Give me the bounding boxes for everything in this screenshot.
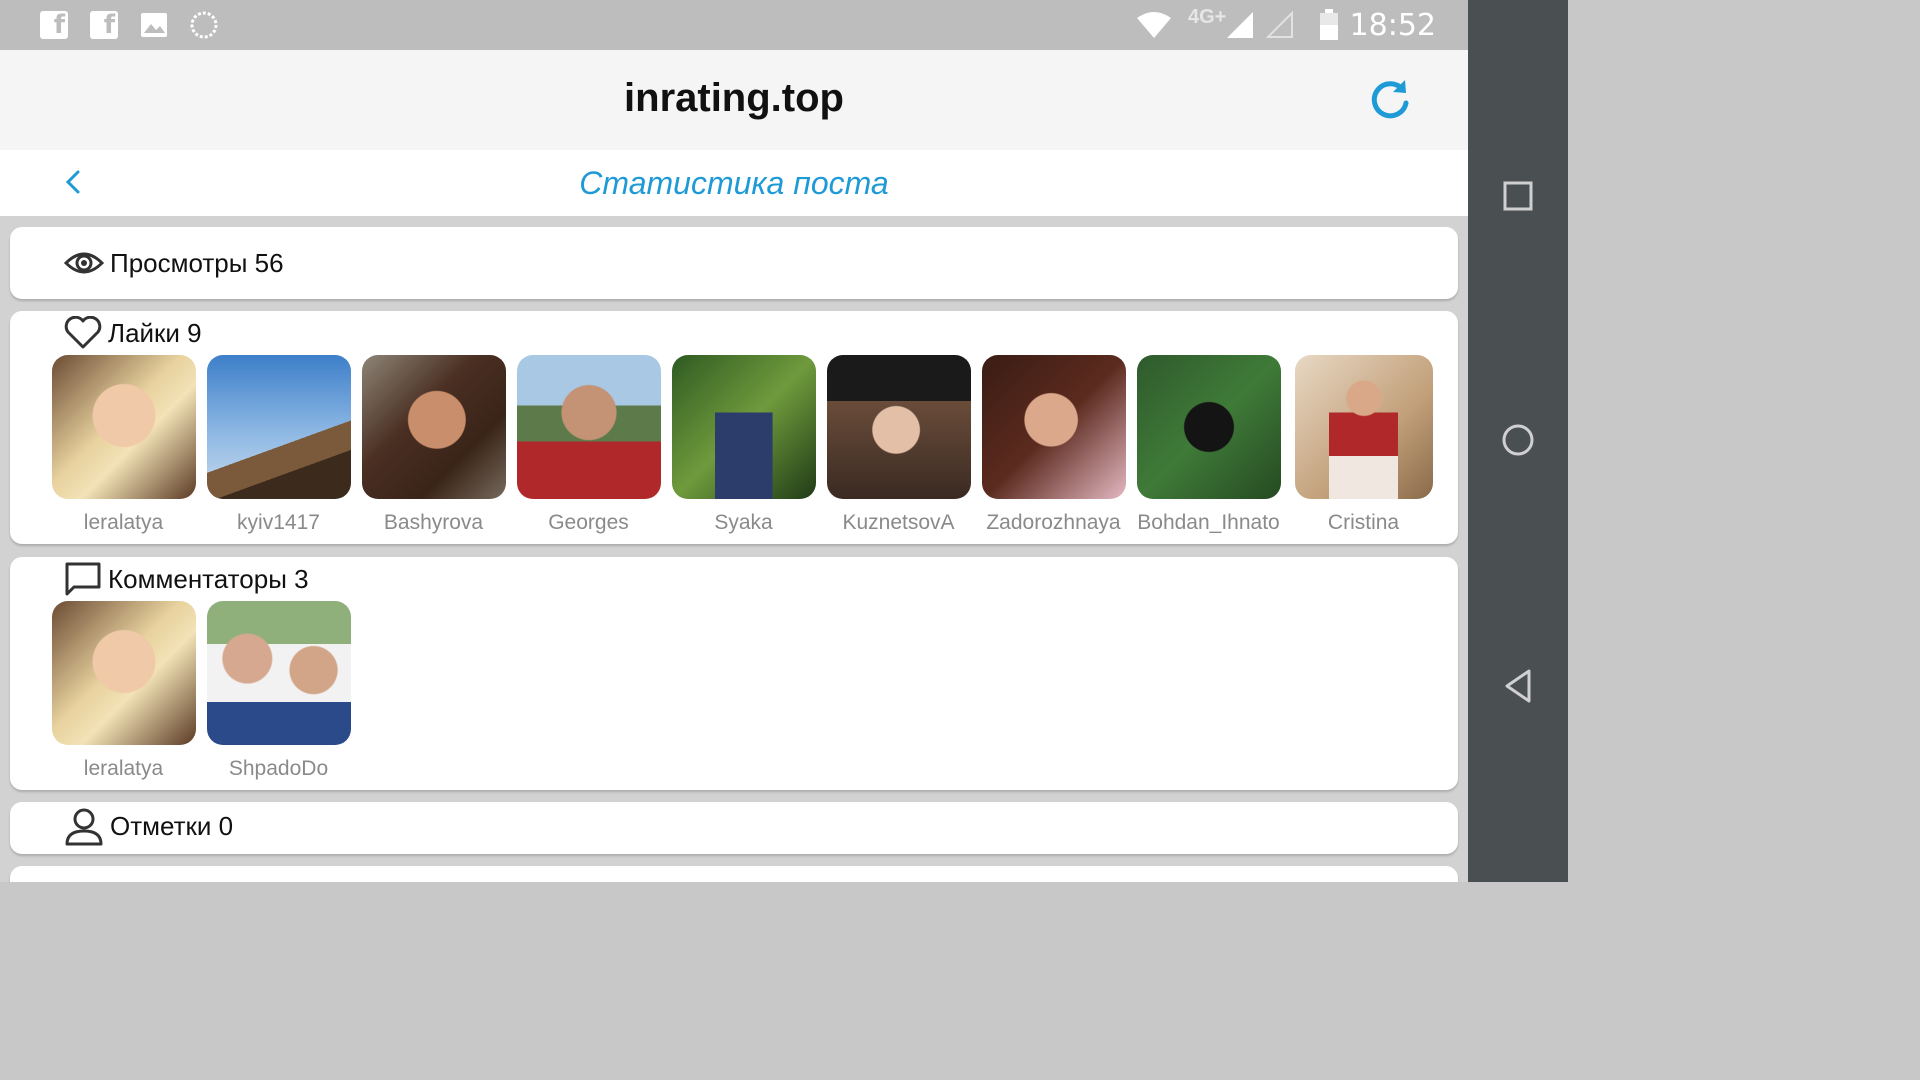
views-card: Просмотры 56 (10, 227, 1458, 299)
system-navigation-bar (1468, 0, 1568, 882)
likes-user-list: leralatya kyiv1417 Bashyrova Georges Sya… (46, 355, 1441, 535)
heart-icon (64, 316, 102, 349)
app-title: inrating.top (624, 76, 844, 120)
comment-icon (65, 562, 101, 596)
signal-empty-icon (1266, 11, 1294, 39)
wifi-icon (1136, 11, 1172, 39)
user-item[interactable]: ShpadoDo (201, 601, 356, 781)
user-name: Georges (548, 511, 629, 534)
user-name: Bashyrova (383, 511, 484, 534)
avatar (516, 355, 661, 499)
user-item[interactable]: Syaka (666, 355, 821, 535)
sub-header: Статистика поста (0, 150, 1468, 216)
avatar (981, 355, 1126, 499)
commenters-label: Комментаторы 3 (108, 563, 309, 594)
recent-apps-button[interactable] (1498, 176, 1538, 216)
user-name: leralatya (83, 757, 164, 780)
avatar (671, 355, 816, 499)
user-item[interactable]: leralatya (46, 355, 201, 535)
user-name: ShpadoDo (228, 757, 329, 780)
user-item[interactable]: Georges (511, 355, 666, 535)
user-name: Bohdan_Ihnato (1137, 511, 1280, 534)
facebook-icon: f (40, 11, 68, 39)
user-item[interactable]: leralatya (46, 601, 201, 781)
user-item[interactable]: Cristina (1286, 355, 1441, 535)
user-name: Zadorozhnaya (986, 511, 1121, 534)
back-button[interactable] (1498, 666, 1538, 706)
eye-icon (64, 252, 104, 274)
sync-icon (190, 11, 218, 39)
user-name: KuznetsovA (842, 511, 955, 534)
home-button[interactable] (1498, 420, 1538, 460)
likes-card: Лайки 9 leralatya kyiv1417 Bashyrova Geo… (10, 311, 1458, 544)
views-label: Просмотры 56 (110, 247, 284, 278)
commenters-card: Комментаторы 3 leralatya ShpadoDo (10, 557, 1458, 790)
user-item[interactable]: Bohdan_Ihnato (1131, 355, 1286, 535)
commenters-user-list: leralatya ShpadoDo (46, 601, 356, 781)
battery-icon (1318, 9, 1340, 40)
app-header: inrating.top (0, 50, 1468, 150)
stats-content: Просмотры 56 Лайки 9 leralatya kyiv1417 … (0, 216, 1468, 882)
next-card-partial (10, 866, 1458, 882)
avatar (1136, 355, 1281, 499)
tags-label: Отметки 0 (110, 810, 234, 841)
person-icon (65, 808, 103, 846)
image-icon (140, 11, 168, 39)
network-type-label: 4G+ (1188, 6, 1227, 28)
avatar (51, 355, 196, 499)
avatar (51, 601, 196, 745)
likes-label: Лайки 9 (108, 317, 202, 348)
user-name: kyiv1417 (237, 511, 320, 534)
user-item[interactable]: kyiv1417 (201, 355, 356, 535)
page-title: Статистика поста (579, 165, 889, 201)
facebook-icon: f (90, 11, 118, 39)
signal-icon (1226, 11, 1254, 39)
avatar (206, 601, 351, 745)
avatar (826, 355, 971, 499)
user-name: leralatya (83, 511, 164, 534)
tags-card: Отметки 0 (10, 802, 1458, 854)
user-item[interactable]: Zadorozhnaya (976, 355, 1131, 535)
avatar (361, 355, 506, 499)
refresh-icon[interactable] (1368, 78, 1412, 122)
avatar (1294, 355, 1433, 499)
user-item[interactable]: Bashyrova (356, 355, 511, 535)
clock: 18:52 (1349, 8, 1436, 43)
user-item[interactable]: KuznetsovA (821, 355, 976, 535)
avatar (206, 355, 351, 499)
status-bar: f f 4G+ 18:52 (0, 0, 1468, 50)
user-name: Syaka (714, 511, 773, 534)
user-name: Cristina (1327, 511, 1400, 534)
